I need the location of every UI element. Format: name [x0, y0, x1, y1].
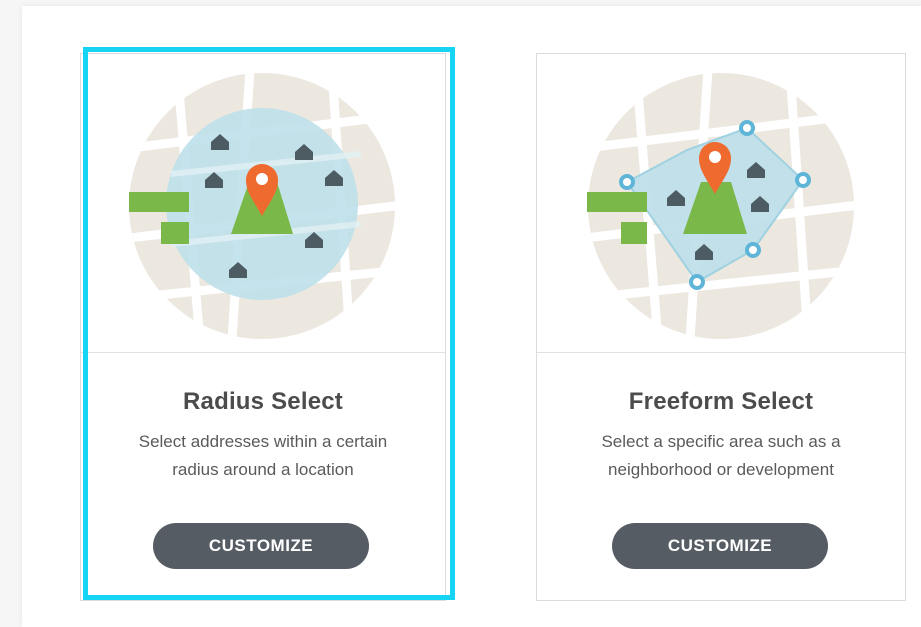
freeform-select-card[interactable]: Freeform Select Select a specific area s… — [536, 53, 906, 601]
freeform-map-icon — [587, 73, 854, 339]
customize-button[interactable]: CUSTOMIZE — [612, 523, 828, 569]
customize-button[interactable]: CUSTOMIZE — [153, 523, 369, 569]
freeform-select-illustration — [537, 54, 905, 353]
card-description: Select a specific area such as a neighbo… — [601, 432, 841, 479]
card-title: Radius Select — [183, 388, 343, 415]
radius-map-icon — [129, 73, 395, 339]
card-title: Freeform Select — [628, 388, 814, 415]
radius-select-illustration — [81, 54, 445, 353]
radius-select-card[interactable]: Radius Select Select addresses within a … — [80, 53, 446, 601]
card-description: Select addresses within a certain radius… — [138, 432, 388, 479]
